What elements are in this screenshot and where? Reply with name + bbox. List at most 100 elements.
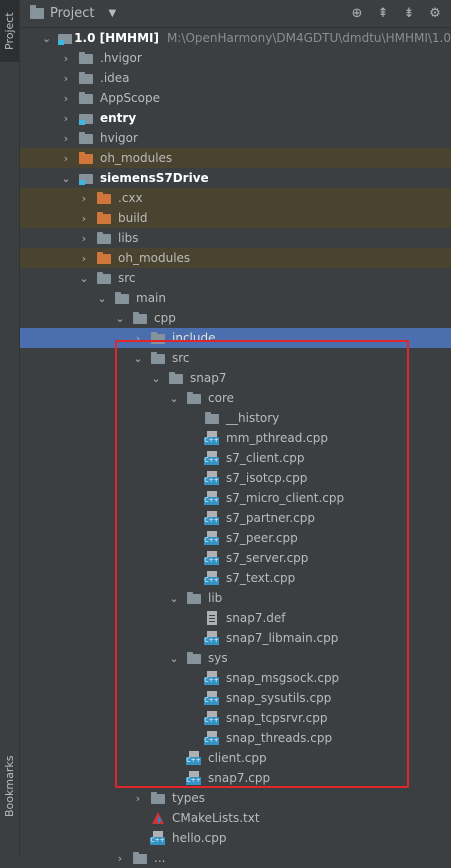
chevron-down-icon[interactable]: ⌄ [132,352,144,365]
project-view-selector[interactable]: Project ▼ [30,5,116,21]
tree-row[interactable]: ⌄ siemensS7Drive [20,168,451,188]
folder-icon [204,411,220,425]
tree-row[interactable]: snap7.def [20,608,451,628]
chevron-down-icon[interactable]: ⌄ [78,272,90,285]
tree-row[interactable]: ⌄ snap7 [20,368,451,388]
tree-row[interactable]: snap7.cpp [20,768,451,788]
tree-row[interactable]: s7_server.cpp [20,548,451,568]
tree-item-label: snap_msgsock.cpp [226,671,340,685]
chevron-right-icon[interactable]: › [78,232,90,245]
tree-row[interactable]: › AppScope [20,88,451,108]
chevron-down-icon[interactable]: ⌄ [168,592,180,605]
tree-row[interactable]: › libs [20,228,451,248]
tree-row[interactable]: › entry [20,108,451,128]
tree-row[interactable]: ⌄ cpp [20,308,451,328]
chevron-right-icon[interactable]: › [60,52,72,65]
project-tab[interactable]: Project [0,0,19,62]
gear-icon[interactable]: ⚙ [427,5,443,21]
chevron-down-icon[interactable]: ⌄ [114,312,126,325]
module-icon [57,31,73,45]
chevron-right-icon[interactable]: › [60,92,72,105]
target-icon[interactable]: ⊕ [349,5,365,21]
tree-row[interactable]: CMakeLists.txt [20,808,451,828]
tree-row[interactable]: › oh_modules [20,248,451,268]
chevron-right-icon[interactable]: › [60,152,72,165]
tree-row[interactable]: › include [20,328,451,348]
cpp-file-icon [204,691,220,705]
tree-row[interactable]: ⌄ 1.0 [HMHMI] M:\OpenHarmony\DM4GDTU\dmdtu… [20,28,451,48]
chevron-right-icon[interactable]: › [132,332,144,345]
project-tool-window: Project ▼ ⊕ ⇞ ⇟ ⚙ ⌄ 1.0 [HMHMI] M:\OpenHar… [20,0,451,865]
chevron-right-icon[interactable]: › [60,132,72,145]
folder-icon [78,71,94,85]
chevron-down-icon[interactable]: ⌄ [168,392,180,405]
tree-row[interactable]: snap_tcpsrvr.cpp [20,708,451,728]
folder-icon [132,311,148,325]
tree-row[interactable]: › types [20,788,451,808]
tree-row[interactable]: ⌄ core [20,388,451,408]
tree-row[interactable]: mm_pthread.cpp [20,428,451,448]
folder-icon [78,51,94,65]
tree-row[interactable]: › build [20,208,451,228]
expand-icon[interactable]: ⇟ [401,5,417,21]
tree-row[interactable]: ⌄ src [20,348,451,368]
tree-row[interactable]: › .idea [20,68,451,88]
tree-item-label: s7_peer.cpp [226,531,298,545]
tree-row[interactable]: s7_micro_client.cpp [20,488,451,508]
tree-row[interactable]: ⌄ sys [20,648,451,668]
collapse-icon[interactable]: ⇞ [375,5,391,21]
tree-row[interactable]: s7_peer.cpp [20,528,451,548]
tree-row[interactable]: ⌄ src [20,268,451,288]
tree-row[interactable]: ⌄ main [20,288,451,308]
cpp-file-icon [204,511,220,525]
chevron-right-icon[interactable]: › [114,852,126,865]
excluded-folder-icon [96,211,112,225]
tree-row[interactable]: s7_isotcp.cpp [20,468,451,488]
tree-item-label: ... [154,851,166,865]
tree-row[interactable]: client.cpp [20,748,451,768]
tree-row[interactable]: › hvigor [20,128,451,148]
chevron-right-icon[interactable]: › [60,112,72,125]
tree-row[interactable]: › .hvigor [20,48,451,68]
tree-row[interactable]: snap7_libmain.cpp [20,628,451,648]
cmake-icon [150,811,166,825]
chevron-down-icon[interactable]: ⌄ [150,372,162,385]
chevron-right-icon[interactable]: › [78,212,90,225]
tree-row[interactable]: s7_partner.cpp [20,508,451,528]
tree-row[interactable]: __history [20,408,451,428]
chevron-right-icon[interactable]: › [78,192,90,205]
tree-row[interactable]: ⌄ lib [20,588,451,608]
tree-row[interactable]: › .cxx [20,188,451,208]
module-icon [78,111,94,125]
tree-row[interactable]: snap_msgsock.cpp [20,668,451,688]
folder-icon [150,331,166,345]
tree-row[interactable]: s7_client.cpp [20,448,451,468]
tree-row[interactable]: ›... [20,848,451,868]
chevron-down-icon[interactable]: ⌄ [42,32,51,45]
chevron-right-icon[interactable]: › [60,72,72,85]
tree-item-label: s7_micro_client.cpp [226,491,345,505]
chevron-right-icon[interactable]: › [132,792,144,805]
tree-row[interactable]: s7_text.cpp [20,568,451,588]
chevron-down-icon[interactable]: ⌄ [60,172,72,185]
cpp-file-icon [204,471,220,485]
tree-row[interactable]: hello.cpp [20,828,451,848]
chevron-right-icon[interactable]: › [78,252,90,265]
chevron-down-icon[interactable]: ⌄ [96,292,108,305]
chevron-down-icon[interactable]: ⌄ [168,652,180,665]
tree-item-label: s7_client.cpp [226,451,305,465]
excluded-folder-icon [96,191,112,205]
tree-row[interactable]: snap_threads.cpp [20,728,451,748]
folder-icon [78,131,94,145]
tree-row[interactable]: snap_sysutils.cpp [20,688,451,708]
tree-row[interactable]: › oh_modules [20,148,451,168]
tree-item-label: snap7.cpp [208,771,271,785]
tree-item-label: snap7 [190,371,227,385]
bookmarks-tab[interactable]: Bookmarks [0,740,19,832]
